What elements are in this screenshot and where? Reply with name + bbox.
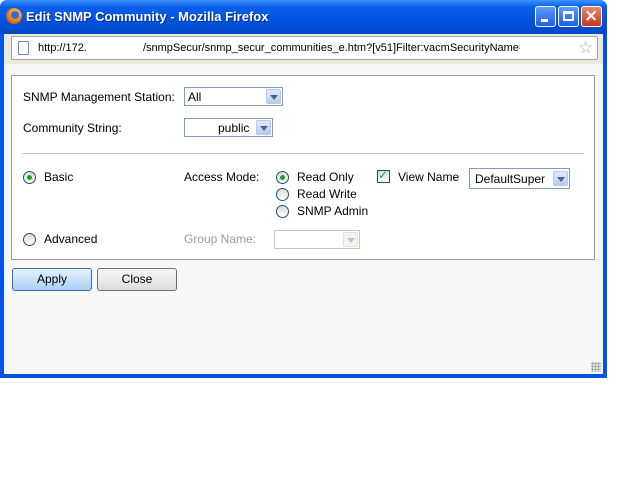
url-text: http://172. /snmpSecur/snmp_secur_communi… xyxy=(38,42,525,54)
snmp-admin-label: SNMP Admin xyxy=(297,204,369,218)
resize-grip-icon[interactable] xyxy=(591,362,601,372)
checkmark-icon: ✓ xyxy=(378,168,389,182)
community-string-value: public xyxy=(218,121,250,135)
management-station-value: All xyxy=(188,90,202,104)
apply-button[interactable]: Apply xyxy=(12,268,92,291)
basic-label: Basic xyxy=(44,170,74,184)
view-name-checkbox[interactable]: ✓ xyxy=(377,168,390,183)
advanced-label: Advanced xyxy=(44,232,98,246)
title-bar[interactable]: Edit SNMP Community - Mozilla Firefox × xyxy=(0,0,607,34)
view-name-value: DefaultSuper xyxy=(475,172,546,186)
close-icon: × xyxy=(584,6,599,26)
maximize-button[interactable] xyxy=(558,6,579,27)
advanced-radio[interactable] xyxy=(23,233,36,246)
browser-window: Edit SNMP Community - Mozilla Firefox × … xyxy=(0,0,607,378)
form-panel: SNMP Management Station: All Community S… xyxy=(11,75,595,260)
basic-radio[interactable] xyxy=(23,171,36,184)
minimize-icon xyxy=(541,19,548,22)
url-bar[interactable]: http://172. /snmpSecur/snmp_secur_communi… xyxy=(11,36,598,60)
access-mode-label: Access Mode: xyxy=(184,170,260,184)
page-content: SNMP Management Station: All Community S… xyxy=(4,64,603,374)
read-only-label: Read Only xyxy=(297,170,354,184)
dropdown-arrow-icon[interactable] xyxy=(266,89,281,104)
read-write-label: Read Write xyxy=(297,187,357,201)
management-station-select[interactable]: All xyxy=(184,87,283,106)
close-button[interactable]: Close xyxy=(97,268,177,291)
dropdown-arrow-icon[interactable] xyxy=(256,120,271,135)
view-name-label: View Name xyxy=(398,170,460,184)
url-path: /snmpSecur/snmp_secur_communities_e.htm?… xyxy=(142,42,526,54)
community-string-select[interactable]: public xyxy=(184,118,273,137)
group-name-select xyxy=(274,230,360,249)
url-redaction xyxy=(520,40,574,56)
close-window-button[interactable]: × xyxy=(581,6,602,27)
snmp-admin-radio[interactable] xyxy=(276,205,289,218)
section-divider xyxy=(22,153,584,154)
dropdown-arrow-icon xyxy=(343,232,358,247)
view-name-select[interactable]: DefaultSuper xyxy=(469,168,570,189)
read-only-radio[interactable] xyxy=(276,171,289,184)
community-string-label: Community String: xyxy=(23,121,122,135)
firefox-icon xyxy=(6,8,22,24)
minimize-button[interactable] xyxy=(535,6,556,27)
dropdown-arrow-icon[interactable] xyxy=(553,171,568,186)
bookmark-star-icon[interactable]: ☆ xyxy=(578,38,593,58)
management-station-label: SNMP Management Station: xyxy=(23,90,175,104)
window-title: Edit SNMP Community - Mozilla Firefox xyxy=(26,9,269,24)
url-host: http://172. xyxy=(38,42,87,54)
group-name-label: Group Name: xyxy=(184,232,257,246)
read-write-radio[interactable] xyxy=(276,188,289,201)
maximize-icon xyxy=(563,11,574,21)
page-icon xyxy=(18,41,29,55)
window-client: http://172. /snmpSecur/snmp_secur_communi… xyxy=(4,34,603,374)
